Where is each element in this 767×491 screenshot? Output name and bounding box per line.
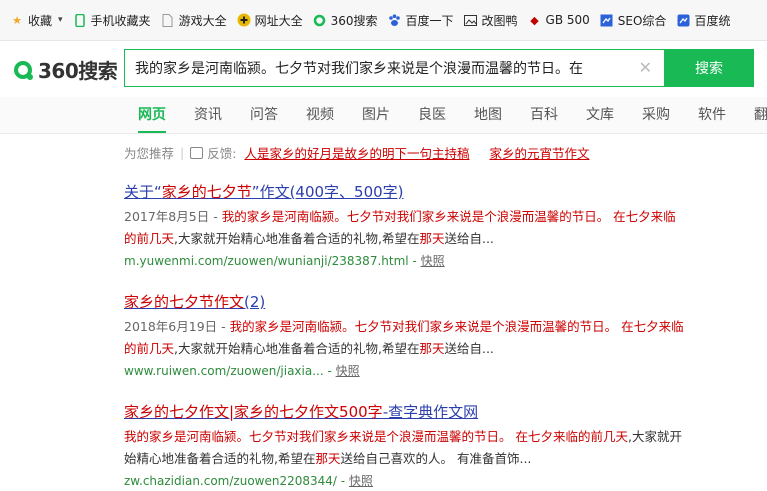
bookmark-games[interactable]: 游戏大全 (161, 12, 227, 29)
result-url[interactable]: m.yuwenmi.com/zuowen/wunianji/238387.htm… (124, 254, 409, 268)
cache-link[interactable]: 快照 (421, 254, 445, 268)
title-highlight: 家乡的七夕作文|家乡的七夕作文500字 (124, 403, 383, 421)
snippet-text: 送给自... (444, 341, 494, 356)
bookmark-seo[interactable]: SEO综合 (600, 12, 667, 29)
divider: | (180, 145, 185, 160)
recommendations: 为您推荐 | 反馈: 人是家乡的好月是故乡的明下一句主持稿 家乡的元宵节作文 (124, 143, 589, 162)
tab-software[interactable]: 软件 (698, 97, 726, 133)
image-icon (464, 13, 478, 27)
bookmark-label: 收藏 (28, 13, 53, 28)
bookmark-label: 百度统 (694, 13, 731, 28)
title-text: (2) (244, 293, 266, 311)
recommend-link-2[interactable]: 家乡的元宵节作文 (489, 143, 589, 162)
url-separator: - (323, 364, 336, 378)
feedback-icon[interactable] (190, 146, 204, 159)
snippet-highlight: 那天 (419, 231, 445, 246)
cache-link[interactable]: 快照 (336, 364, 360, 378)
title-text: 关于“ (124, 183, 162, 201)
title-text: ”作文(400字、500字) (251, 183, 404, 201)
gb-icon: ◆ (530, 13, 539, 27)
tab-translate[interactable]: 翻 (754, 97, 767, 133)
url-separator: - (336, 474, 349, 488)
bookmark-label: 手机收藏夹 (90, 13, 151, 28)
plus-circle-icon (237, 13, 251, 27)
search-result: 家乡的七夕节作文(2) 2018年6月19日 - 我的家乡是河南临颍。七夕节对我… (124, 291, 684, 379)
result-url-line: www.ruiwen.com/zuowen/jiaxia... - 快照 (124, 362, 684, 379)
cache-link[interactable]: 快照 (349, 474, 373, 488)
snippet-text: 送给自己喜欢的人。 有准备首饰... (340, 451, 532, 466)
recommend-label: 为您推荐 (124, 146, 175, 161)
result-url-line: zw.chazidian.com/zuowen2208344/ - 快照 (124, 472, 684, 489)
bookmark-baidu-stats[interactable]: 百度统 (676, 12, 730, 29)
search-button[interactable]: 搜索 (664, 49, 754, 87)
result-url[interactable]: zw.chazidian.com/zuowen2208344/ (124, 474, 337, 488)
search-result: 关于“家乡的七夕节”作文(400字、500字) 2017年8月5日 - 我的家乡… (124, 181, 684, 269)
tab-web[interactable]: 网页 (138, 97, 166, 133)
bookmark-label: 改图鸭 (481, 13, 518, 28)
result-title-link[interactable]: 关于“家乡的七夕节”作文(400字、500字) (124, 181, 684, 202)
result-date: 2018年6月19日 - (124, 319, 230, 334)
360-icon (313, 13, 327, 27)
tab-news[interactable]: 资讯 (194, 97, 222, 133)
page-icon (161, 13, 175, 27)
url-separator: - (408, 254, 421, 268)
snippet-text: ,大家就开始精心地准备着合适的礼物,希望在 (174, 231, 420, 246)
tab-video[interactable]: 视频 (306, 97, 334, 133)
search-header: 360搜索 ✕ 搜索 (0, 41, 767, 97)
result-url-line: m.yuwenmi.com/zuowen/wunianji/238387.htm… (124, 252, 684, 269)
tab-baike[interactable]: 百科 (530, 97, 558, 133)
clear-icon[interactable]: ✕ (639, 58, 652, 77)
snippet-text: 送给自... (444, 231, 494, 246)
tab-doctor[interactable]: 良医 (418, 97, 446, 133)
star-icon: ★ (12, 13, 22, 27)
result-snippet: 我的家乡是河南临颍。七夕节对我们家乡来说是个浪漫而温馨的节日。 在七夕来临的前几… (124, 426, 684, 470)
result-title-link[interactable]: 家乡的七夕作文|家乡的七夕作文500字-查字典作文网 (124, 401, 684, 422)
seo-icon (600, 13, 614, 27)
bookmark-360-search[interactable]: 360搜索 (313, 12, 378, 29)
logo-text: 360搜索 (38, 59, 118, 83)
result-snippet: 2018年6月19日 - 我的家乡是河南临颍。七夕节对我们家乡来说是个浪漫而温馨… (124, 316, 684, 360)
bookmark-label: 360搜索 (330, 13, 378, 28)
result-title-link[interactable]: 家乡的七夕节作文(2) (124, 291, 684, 312)
bookmark-label: 网址大全 (254, 13, 303, 28)
tab-qa[interactable]: 问答 (250, 97, 278, 133)
bookmark-label: SEO综合 (617, 13, 667, 28)
feedback-link[interactable]: 反馈: (207, 143, 236, 162)
search-tabs: 网页 资讯 问答 视频 图片 良医 地图 百科 文库 采购 软件 翻 (0, 97, 767, 134)
search-input[interactable] (125, 50, 645, 86)
paw-icon (388, 13, 402, 27)
tab-wenku[interactable]: 文库 (586, 97, 614, 133)
title-highlight: 家乡的七夕节作文 (124, 293, 245, 311)
chevron-down-icon[interactable]: ▾ (58, 15, 63, 25)
bookmark-url-directory[interactable]: 网址大全 (237, 12, 303, 29)
title-text: -查字典作文网 (382, 403, 479, 421)
bookmark-mobile-favorites[interactable]: 手机收藏夹 (73, 12, 151, 29)
result-date: 2017年8月5日 - (124, 209, 222, 224)
baidu-icon (676, 13, 690, 27)
result-url[interactable]: www.ruiwen.com/zuowen/jiaxia... (124, 364, 324, 378)
bookmark-label: 游戏大全 (178, 13, 227, 28)
bookmark-baidu[interactable]: 百度一下 (388, 12, 454, 29)
bookmark-gb[interactable]: ◆ GB 500 (528, 13, 590, 27)
bookmark-label: GB 500 (545, 13, 590, 27)
tab-purchase[interactable]: 采购 (642, 97, 670, 133)
snippet-highlight: 那天 (419, 341, 445, 356)
recommend-link-1[interactable]: 人是家乡的好月是故乡的明下一句主持稿 (244, 143, 469, 162)
snippet-text: ,大家就开始精心地准备着合适的礼物,希望在 (174, 341, 420, 356)
bookmark-image-edit[interactable]: 改图鸭 (464, 12, 518, 29)
snippet-highlight: 那天 (315, 451, 341, 466)
phone-icon (73, 13, 87, 27)
bookmark-label: 百度一下 (405, 13, 454, 28)
search-result: 家乡的七夕作文|家乡的七夕作文500字-查字典作文网 我的家乡是河南临颍。七夕节… (124, 401, 684, 489)
tab-map[interactable]: 地图 (474, 97, 502, 133)
360-logo-icon (14, 60, 33, 80)
result-snippet: 2017年8月5日 - 我的家乡是河南临颍。七夕节对我们家乡来说是个浪漫而温馨的… (124, 206, 684, 250)
bookmarks-bar: ★ 收藏 ▾ 手机收藏夹 游戏大全 网址大全 360搜索 百度一下 改图鸭 ◆ … (0, 0, 767, 41)
search-box: ✕ (124, 49, 664, 87)
tab-images[interactable]: 图片 (362, 97, 390, 133)
logo[interactable]: 360搜索 (14, 55, 118, 84)
bookmark-favorites[interactable]: ★ 收藏 ▾ (10, 12, 63, 29)
title-highlight: 家乡的七夕节 (161, 183, 252, 201)
snippet-highlight: 我的家乡是河南临颍。七夕节对我们家乡来说是个浪漫而温馨的节日。 在七夕来临的前几… (124, 429, 628, 444)
